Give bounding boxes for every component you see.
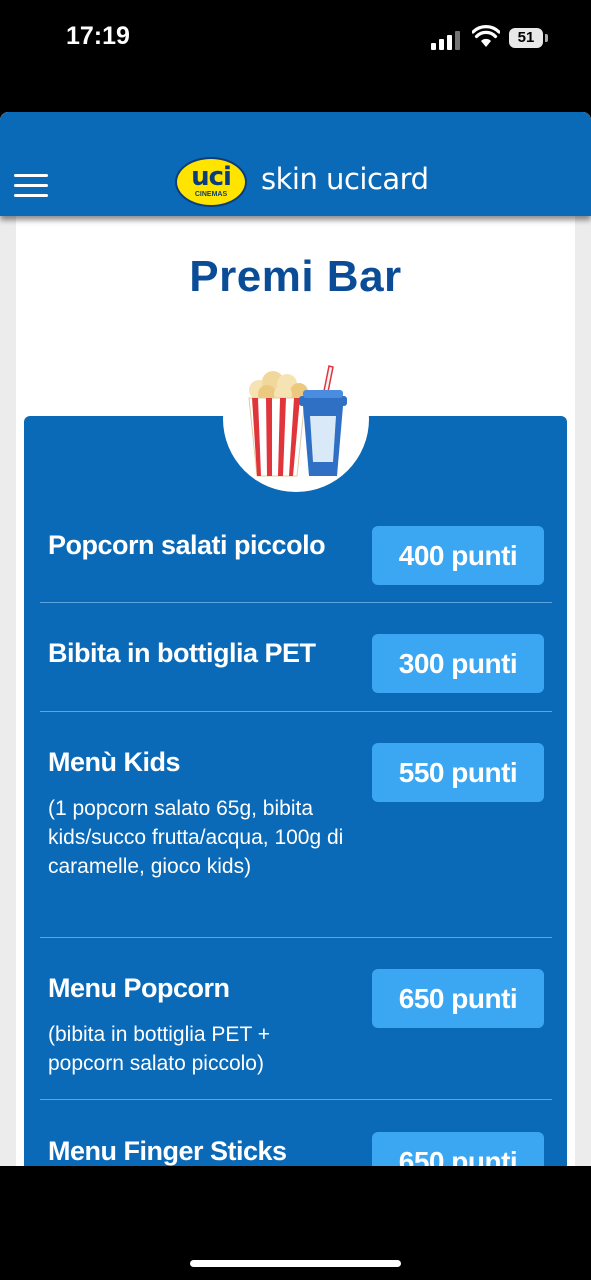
wifi-icon [472,25,500,47]
hamburger-icon[interactable] [14,174,48,200]
brand-name: skin ucicard [261,162,429,196]
reward-title: Popcorn salati piccolo [48,530,326,560]
app-screen: uci CINEMAS skin ucicard Premi Bar Popco… [0,112,591,1166]
points-badge[interactable]: 300 punti [372,634,544,693]
cellular-signal-icon [431,30,461,50]
status-time: 17:19 [66,22,130,50]
reward-row: Popcorn salati piccolo 400 punti [40,496,552,603]
main-content: Premi Bar Popcorn salati piccolo 400 pun… [16,216,575,1166]
uci-cinemas-logo[interactable]: uci CINEMAS [175,157,247,207]
status-bar: 17:19 51 [0,0,591,80]
page-title: Premi Bar [189,252,402,301]
rewards-card: Popcorn salati piccolo 400 punti Bibita … [24,416,567,1166]
points-badge[interactable]: 400 punti [372,526,544,585]
logo-sub-text: CINEMAS [194,191,228,198]
points-badge[interactable]: 650 punti [372,1132,544,1166]
app-header: uci CINEMAS skin ucicard [0,112,591,216]
reward-title: Bibita in bottiglia PET [48,638,316,668]
popcorn-drink-icon [223,346,369,492]
reward-title: Menù Kids [48,747,181,777]
reward-row: Bibita in bottiglia PET 300 punti [40,603,552,712]
reward-description: (bibita in bottiglia PET + popcorn salat… [48,1023,270,1075]
reward-title: Menu Popcorn [48,973,230,1003]
battery-icon: 51 [509,28,543,48]
points-badge[interactable]: 550 punti [372,743,544,802]
logo-main-text: uci [191,162,232,192]
home-indicator[interactable] [190,1260,401,1267]
reward-row: Menu Popcorn (bibita in bottiglia PET + … [40,938,552,1100]
reward-title: Menu Finger Sticks [48,1136,287,1166]
reward-row: Menu Finger Sticks 650 punti [40,1100,552,1166]
reward-row: Menù Kids (1 popcorn salato 65g, bibita … [40,712,552,938]
points-badge[interactable]: 650 punti [372,969,544,1028]
battery-tip [545,34,548,42]
reward-description: (1 popcorn salato 65g, bibita kids/succo… [48,797,344,878]
battery-level: 51 [517,29,535,46]
